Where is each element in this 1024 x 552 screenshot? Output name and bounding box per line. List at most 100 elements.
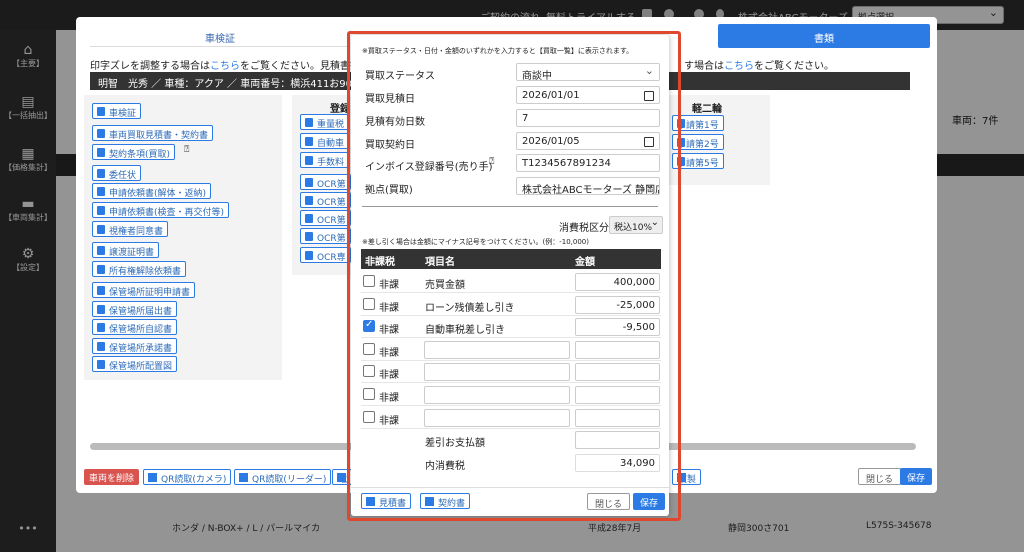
item-name: 売買金額 xyxy=(425,280,465,291)
table-row: 非課 ローン残債差し引き -25,000 xyxy=(361,294,661,316)
print-adjust-link-right[interactable]: こちら xyxy=(724,61,754,72)
tab-documents[interactable]: 書類 xyxy=(718,24,930,48)
doc-app-1[interactable]: 申請第1号 xyxy=(672,115,724,131)
tax-exempt-checkbox[interactable] xyxy=(363,410,375,423)
item-amount-input[interactable] xyxy=(575,340,660,359)
doc-contract-terms[interactable]: 契約条項(買取) xyxy=(92,144,176,160)
inner-tax-row: 内消費税 34,090 xyxy=(361,452,661,474)
tax-category-label: 消費税区分 xyxy=(559,223,609,234)
estimate-date-input[interactable]: 2026/01/01 xyxy=(516,86,660,104)
inner-tax-amount: 34,090 xyxy=(575,454,660,472)
purchase-modal: ※買取ステータス・日付・金額のいずれかを入力すると【買取一覧】に表示されます。 … xyxy=(351,35,669,516)
item-name-input[interactable] xyxy=(424,408,570,427)
doc-purchase-estimate[interactable]: 車両買取見積書・契約書 xyxy=(92,125,214,141)
contract-button[interactable]: 契約書 xyxy=(420,493,471,509)
payment-row: 差引お支払額 xyxy=(361,429,661,451)
tax-exempt-label: 非課 xyxy=(379,393,399,404)
table-row: 非課 売買金額 400,000 xyxy=(361,271,661,293)
contract-date-input[interactable]: 2026/01/05 xyxy=(516,132,660,150)
field-estimate-date: 買取見積日 2026/01/01 xyxy=(362,86,662,106)
doc-parking-layout[interactable]: 保管場所配置図 xyxy=(92,356,178,372)
tax-exempt-label: 非課 xyxy=(379,280,399,291)
field-invoice-number: インボイス登録番号(売り手) ⍰ T1234567891234 xyxy=(362,154,662,174)
tax-exempt-checkbox[interactable] xyxy=(363,275,375,287)
doc-transfer-certificate[interactable]: 譲渡証明書 xyxy=(92,242,160,258)
table-row: 非課 xyxy=(361,384,661,406)
doc-ocr-4[interactable]: OCR第 xyxy=(300,228,351,244)
delete-vehicle-button[interactable]: 車両を削除 xyxy=(84,469,140,485)
table-row: 非課 自動車税差し引き -9,500 xyxy=(361,316,661,339)
purchase-notice: ※買取ステータス・日付・金額のいずれかを入力すると【買取一覧】に表示されます。 xyxy=(362,47,634,55)
doc-parking-cert-application[interactable]: 保管場所証明申請書 xyxy=(92,282,196,298)
doc-request-inspection[interactable]: 申請依頼書(検査・再交付等) xyxy=(92,202,230,218)
doc-request-dismantle[interactable]: 申請依頼書(解体・返納) xyxy=(92,183,212,199)
tab-vehicle-inspection[interactable]: 車検証 xyxy=(90,25,350,47)
qr-reader-button[interactable]: QR読取(リーダー) xyxy=(234,469,332,485)
field-contract-date: 買取契約日 2026/01/05 xyxy=(362,132,662,152)
doc-vehicle-inspection[interactable]: 車検証 xyxy=(92,103,142,119)
doc-ocr-3[interactable]: OCR第 xyxy=(300,210,351,226)
doc-app-2[interactable]: 申請第2号 xyxy=(672,134,724,150)
doc-consent[interactable]: 視権者同意書 xyxy=(92,221,169,237)
help-icon[interactable]: ⍰ xyxy=(184,145,189,155)
item-name-input[interactable] xyxy=(424,363,570,382)
tax-exempt-label: 非課 xyxy=(379,370,399,382)
doc-power-of-attorney[interactable]: 委任状 xyxy=(92,165,142,181)
doc-fee[interactable]: 手数料 xyxy=(300,152,350,168)
doc-ownership-release[interactable]: 所有権解除依頼書 xyxy=(92,261,187,277)
item-amount-input[interactable]: 400,000 xyxy=(575,273,660,291)
qr-camera-button[interactable]: QR読取(カメラ) xyxy=(143,469,232,485)
doc-app-5[interactable]: 申請第5号 xyxy=(672,153,724,169)
store-purchase-select[interactable]: 株式会社ABCモーターズ 静岡店 xyxy=(516,177,660,195)
item-amount-input[interactable] xyxy=(575,408,660,427)
tax-exempt-checkbox[interactable] xyxy=(363,342,375,355)
purchase-modal-footer: 見積書 契約書 閉じる 保存 xyxy=(351,487,669,516)
status-select[interactable]: 商談中 xyxy=(516,63,660,81)
tax-exempt-label: 非課 xyxy=(379,325,399,337)
tax-category-select[interactable]: 税込10% xyxy=(609,216,663,234)
item-amount-input[interactable]: -9,500 xyxy=(575,318,660,337)
tax-exempt-label: 非課 xyxy=(379,302,399,314)
purchase-save-button[interactable]: 保存 xyxy=(633,493,666,510)
tax-exempt-checkbox[interactable] xyxy=(363,319,375,333)
item-name-input[interactable] xyxy=(424,386,570,404)
doc-auto[interactable]: 自動車 xyxy=(300,133,350,149)
doc-parking-self-cert[interactable]: 保管場所自認書 xyxy=(92,319,178,335)
tax-exempt-checkbox[interactable] xyxy=(363,297,375,310)
modal-save-button[interactable]: 保存 xyxy=(900,468,933,485)
tax-exempt-checkbox[interactable] xyxy=(363,365,375,378)
doc-ocr-1[interactable]: OCR第 xyxy=(300,174,351,190)
doc-weight-tax[interactable]: 重量税 xyxy=(300,114,350,130)
item-amount-input[interactable] xyxy=(575,386,660,404)
minus-notice: ※差し引く場合は金額にマイナス記号をつけてください。(例：-10,000) xyxy=(362,238,589,246)
tax-exempt-label: 非課 xyxy=(379,415,399,427)
field-store: 拠点(買取) 株式会社ABCモーターズ 静岡店 xyxy=(362,177,662,197)
item-name: 自動車税差し引き xyxy=(425,325,505,337)
payment-amount[interactable] xyxy=(575,431,660,449)
divider xyxy=(362,206,658,207)
field-validity-days: 見積有効日数 7 xyxy=(362,109,662,129)
purchase-close-button[interactable]: 閉じる xyxy=(587,493,631,510)
col2-header: 登録 xyxy=(330,104,350,115)
field-status: 買取ステータス 商談中 xyxy=(362,63,662,83)
table-row: 非課 xyxy=(361,361,661,384)
item-name-input[interactable] xyxy=(424,340,570,359)
doc-parking-consent[interactable]: 保管場所承諾書 xyxy=(92,338,178,354)
item-amount-input[interactable] xyxy=(575,363,660,382)
tax-exempt-checkbox[interactable] xyxy=(363,388,375,400)
modal-close-button[interactable]: 閉じる xyxy=(858,468,902,485)
doc-ocr-2[interactable]: OCR第 xyxy=(300,192,351,208)
partial-button[interactable]: 電 xyxy=(332,469,353,485)
items-table-header: 非課税 項目名 金額 xyxy=(361,249,661,269)
help-icon[interactable]: ⍰ xyxy=(489,157,494,167)
copy-button[interactable]: 複製 xyxy=(672,469,702,485)
print-adjust-link[interactable]: こちら xyxy=(210,61,240,72)
validity-days-input[interactable]: 7 xyxy=(516,109,660,127)
item-amount-input[interactable]: -25,000 xyxy=(575,295,660,314)
print-notice-right: す場合はこちらをご覧ください。 xyxy=(684,61,834,72)
estimate-button[interactable]: 見積書 xyxy=(361,493,412,509)
doc-ocr-5[interactable]: OCR専 xyxy=(300,247,351,263)
invoice-number-input[interactable]: T1234567891234 xyxy=(516,154,660,172)
doc-parking-notification[interactable]: 保管場所届出書 xyxy=(92,301,178,317)
col3-header: 軽二輪 xyxy=(692,104,722,115)
